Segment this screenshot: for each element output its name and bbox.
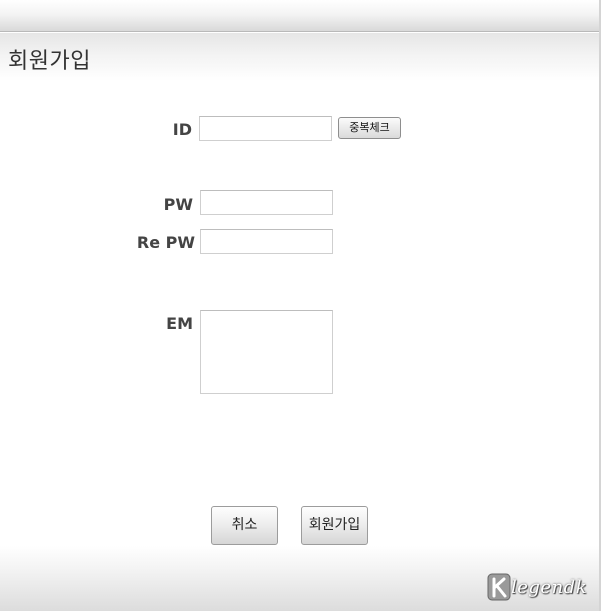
title-bar: 회원가입 (0, 33, 601, 81)
signup-button[interactable]: 회원가입 (301, 506, 368, 545)
duplicate-check-button[interactable]: 중복체크 (338, 117, 401, 139)
watermark-text: legendk (511, 577, 588, 598)
bottom-bar: legendk (0, 546, 599, 611)
pw-input[interactable] (200, 190, 333, 215)
id-label: ID (172, 120, 192, 139)
top-bar (0, 0, 601, 32)
page-title: 회원가입 (8, 49, 91, 74)
em-textarea[interactable] (200, 310, 333, 394)
legendk-watermark: legendk (485, 569, 589, 605)
repw-label: Re PW (136, 233, 195, 252)
em-label: EM (166, 314, 193, 333)
cancel-button[interactable]: 취소 (211, 506, 278, 545)
pw-label: PW (163, 195, 193, 214)
signup-page: 회원가입 ID 중복체크 PW Re PW EM legendk 취소 회원가입 (0, 0, 601, 611)
id-input[interactable] (199, 116, 332, 141)
repw-input[interactable] (200, 229, 333, 254)
